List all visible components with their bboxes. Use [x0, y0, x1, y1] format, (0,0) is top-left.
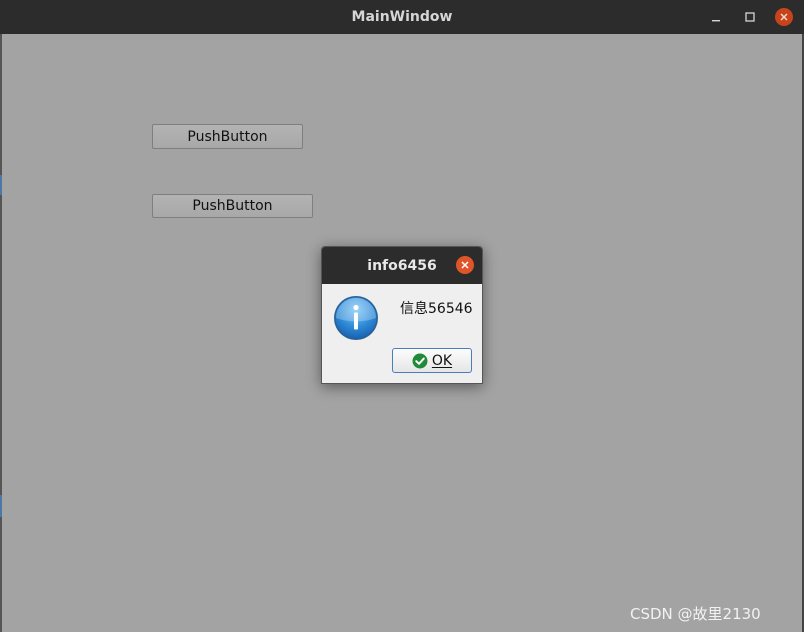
push-button-2[interactable]: PushButton [152, 194, 313, 218]
dialog-message: 信息56546 [400, 301, 473, 317]
minimize-button[interactable] [701, 0, 731, 34]
close-button[interactable] [769, 0, 799, 34]
watermark-text: CSDN @故里2130 [630, 605, 761, 623]
ok-button[interactable]: OK [392, 348, 472, 373]
information-icon [334, 296, 378, 340]
left-edge-artifact [0, 34, 2, 632]
message-dialog: info6456 信息56546 OK [321, 246, 483, 384]
maximize-icon [745, 12, 755, 22]
push-button-1[interactable]: PushButton [152, 124, 303, 149]
push-button-1-label: PushButton [187, 128, 268, 145]
push-button-2-label: PushButton [192, 198, 273, 214]
check-icon [412, 353, 428, 368]
left-edge-accent-2 [0, 495, 2, 517]
dialog-title: info6456 [367, 257, 437, 274]
main-window: MainWindow PushButton PushButton info645… [0, 0, 804, 632]
minimize-icon [712, 20, 720, 22]
close-icon [461, 261, 469, 269]
maximize-button[interactable] [735, 0, 765, 34]
left-edge-accent [0, 175, 2, 195]
dialog-close-button[interactable] [456, 256, 474, 274]
close-icon [775, 8, 793, 26]
window-title: MainWindow [351, 9, 453, 25]
window-titlebar[interactable]: MainWindow [0, 0, 804, 34]
ok-label: OK [431, 352, 453, 369]
